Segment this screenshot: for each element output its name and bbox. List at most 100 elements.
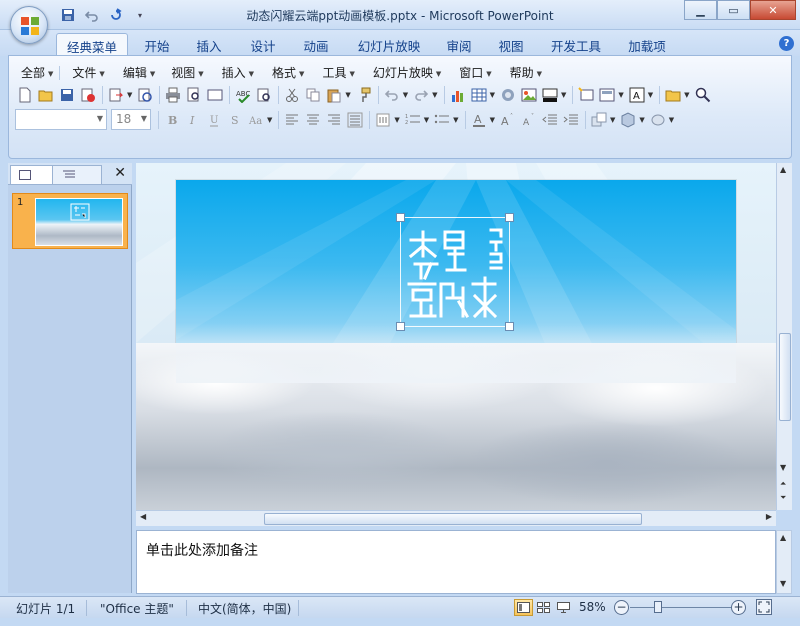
research-icon[interactable] [254, 85, 274, 105]
minimize-button[interactable]: ▁ [684, 0, 717, 20]
scroll-right-arrow-icon[interactable]: ▶ [766, 512, 772, 521]
maximize-button[interactable]: ▭ [717, 0, 750, 20]
slide-thumbnail[interactable] [35, 198, 123, 246]
zoom-out-icon[interactable]: − [614, 600, 629, 615]
tab-animation[interactable]: 动画 [293, 33, 339, 56]
chevron-down-icon[interactable]: ▼ [684, 91, 689, 99]
chevron-down-icon[interactable]: ▼ [403, 91, 408, 99]
chevron-down-icon[interactable]: ▼ [561, 91, 566, 99]
save-icon[interactable] [57, 85, 77, 105]
notes-pane[interactable]: 单击此处添加备注 [136, 530, 776, 594]
slide-editor[interactable] [136, 163, 776, 510]
vertical-scrollbar[interactable]: ▲ ▼ ⏶ ⏷ [776, 163, 792, 510]
zoom-slider-thumb[interactable] [654, 601, 662, 613]
menu-format[interactable]: 格式 ▼ [266, 64, 310, 82]
new-slide-icon[interactable] [576, 85, 596, 105]
menu-all[interactable]: 全部 ▼ [15, 64, 59, 82]
chevron-down-icon[interactable]: ▼ [610, 116, 615, 124]
close-button[interactable]: ✕ [750, 0, 796, 20]
font-name-combo[interactable]: ▼ [15, 109, 107, 130]
decrease-indent-icon[interactable] [540, 110, 560, 130]
chart-icon[interactable] [448, 85, 468, 105]
align-right-icon[interactable] [324, 110, 344, 130]
shadow-icon[interactable]: S [225, 110, 245, 130]
underline-icon[interactable]: U [204, 110, 224, 130]
menu-edit[interactable]: 编辑 ▼ [117, 64, 161, 82]
tab-addins[interactable]: 加载项 [620, 33, 674, 56]
cut-icon[interactable] [282, 85, 302, 105]
zoom-level[interactable]: 58% [579, 600, 606, 614]
close-panel-icon[interactable]: ✕ [114, 165, 126, 181]
scroll-up-arrow-icon[interactable]: ▲ [780, 533, 786, 542]
align-left-icon[interactable] [282, 110, 302, 130]
chevron-down-icon[interactable]: ▼ [424, 116, 429, 124]
quick-styles-icon[interactable] [618, 110, 638, 130]
format-painter-icon[interactable] [354, 85, 374, 105]
shrink-font-icon[interactable]: A ˅ [519, 110, 539, 130]
spelling-icon[interactable]: ABC [233, 85, 253, 105]
table-icon[interactable] [469, 85, 489, 105]
paste-icon[interactable] [324, 85, 344, 105]
tab-developer[interactable]: 开发工具 [544, 33, 608, 56]
text-direction-icon[interactable] [373, 110, 393, 130]
new-document-icon[interactable] [15, 85, 35, 105]
redo-icon[interactable] [411, 85, 431, 105]
align-center-icon[interactable] [303, 110, 323, 130]
notes-scrollbar[interactable]: ▲ ▼ [776, 530, 792, 594]
resize-handle-bottom-right[interactable] [505, 322, 514, 331]
slide-view-icon[interactable] [205, 85, 225, 105]
arrange-icon[interactable] [589, 110, 609, 130]
previous-slide-icon[interactable]: ⏶ [780, 479, 786, 489]
tab-design[interactable]: 设计 [240, 33, 286, 56]
menu-file[interactable]: 文件 ▼ [66, 64, 110, 82]
tab-review[interactable]: 审阅 [436, 33, 482, 56]
menu-insert[interactable]: 插入 ▼ [216, 64, 260, 82]
slide-sorter-button[interactable] [534, 599, 553, 616]
smartart-icon[interactable] [498, 85, 518, 105]
italic-icon[interactable]: I [183, 110, 203, 130]
menu-view[interactable]: 视图 ▼ [165, 64, 209, 82]
font-color-icon[interactable]: A [469, 110, 489, 130]
tab-classic-menu[interactable]: 经典菜单 [56, 33, 128, 56]
bold-icon[interactable]: B [162, 110, 182, 130]
menu-help[interactable]: 帮助 ▼ [504, 64, 548, 82]
print-preview-icon[interactable] [184, 85, 204, 105]
tab-slideshow[interactable]: 幻灯片放映 [350, 33, 428, 56]
language-status[interactable]: 中文(简体，中国) [198, 600, 291, 617]
scroll-down-arrow-icon[interactable]: ▼ [780, 463, 786, 472]
slideshow-button[interactable] [554, 599, 573, 616]
scroll-down-arrow-icon[interactable]: ▼ [780, 579, 786, 588]
scroll-up-arrow-icon[interactable]: ▲ [780, 165, 786, 174]
zoom-slider-track[interactable] [630, 607, 734, 608]
chevron-down-icon[interactable]: ▼ [639, 116, 644, 124]
fill-color-icon[interactable] [540, 85, 560, 105]
normal-view-button[interactable] [514, 599, 533, 616]
copy-icon[interactable] [303, 85, 323, 105]
grow-font-icon[interactable]: A ˄ [498, 110, 518, 130]
zoom-in-icon[interactable]: + [731, 600, 746, 615]
menu-tools[interactable]: 工具 ▼ [316, 64, 360, 82]
undo-icon[interactable] [382, 85, 402, 105]
increase-indent-icon[interactable] [561, 110, 581, 130]
chevron-down-icon[interactable]: ▼ [394, 116, 399, 124]
fit-to-window-button[interactable] [756, 599, 772, 615]
text-box-icon[interactable]: A [627, 85, 647, 105]
tab-slides[interactable] [10, 165, 56, 185]
resize-handle-top-right[interactable] [505, 213, 514, 222]
selected-logo-graphic[interactable] [396, 213, 514, 331]
justify-icon[interactable] [345, 110, 365, 130]
slide-thumbnail-selected[interactable]: 1 [12, 193, 128, 249]
help-icon[interactable]: ? [779, 36, 794, 51]
chevron-down-icon[interactable]: ▼ [490, 91, 495, 99]
layout-icon[interactable] [597, 85, 617, 105]
horizontal-scrollbar[interactable]: ◀ ▶ [136, 510, 776, 526]
shapes-icon[interactable] [663, 85, 683, 105]
font-size-combo[interactable]: 18 ▼ [111, 109, 151, 130]
picture-icon[interactable] [519, 85, 539, 105]
vertical-scroll-thumb[interactable] [779, 333, 791, 421]
chevron-down-icon[interactable]: ▼ [432, 91, 437, 99]
change-case-icon[interactable]: Aa [246, 110, 266, 130]
tab-view[interactable]: 视图 [488, 33, 534, 56]
chevron-down-icon[interactable]: ▼ [669, 116, 674, 124]
menu-window[interactable]: 窗口 ▼ [453, 64, 497, 82]
